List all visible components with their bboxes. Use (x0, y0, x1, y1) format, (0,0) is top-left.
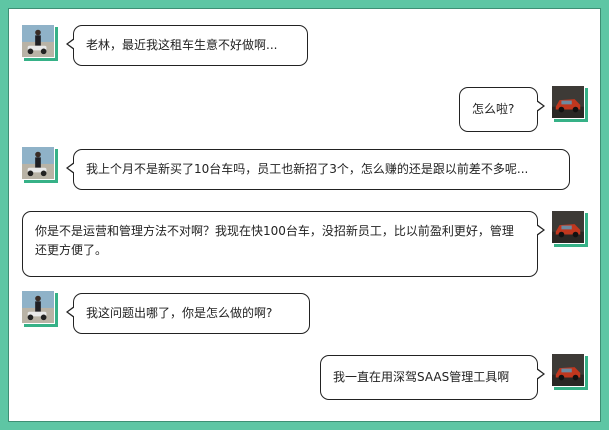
person-avatar-icon[interactable] (21, 24, 55, 58)
message-bubble: 怎么啦? (459, 87, 545, 132)
message-bubble: 我这问题出哪了，你是怎么做的啊? (66, 293, 310, 334)
red-car-icon (552, 354, 584, 386)
message-bubble: 你是不是运营和管理方法不对啊？我现在快100台车，没招新员工，比以前盈利更好，管… (22, 211, 545, 277)
message-bubble: 我一直在用深驾SAAS管理工具啊 (320, 355, 545, 400)
car-avatar-icon[interactable] (551, 210, 585, 244)
message-text: 怎么啦? (472, 102, 515, 116)
message-text: 我一直在用深驾SAAS管理工具啊 (333, 370, 510, 384)
message-bubble: 我上个月不是新买了10台车吗，员工也新招了3个，怎么赚的还是跟以前差不多呢... (66, 149, 570, 190)
message-text: 我上个月不是新买了10台车吗，员工也新招了3个，怎么赚的还是跟以前差不多呢... (86, 162, 529, 176)
person-with-motorbike-icon (22, 25, 54, 57)
message-bubble: 老林，最近我这租车生意不好做啊... (66, 25, 308, 66)
person-avatar-icon[interactable] (21, 146, 55, 180)
red-car-icon (552, 211, 584, 243)
person-with-motorbike-icon (22, 147, 54, 179)
person-avatar-icon[interactable] (21, 290, 55, 324)
car-avatar-icon[interactable] (551, 353, 585, 387)
chat-frame: 老林，最近我这租车生意不好做啊... 怎么啦? 我上个月不是新买了10台车吗，员… (8, 8, 601, 422)
message-text: 你是不是运营和管理方法不对啊？我现在快100台车，没招新员工，比以前盈利更好，管… (35, 224, 514, 257)
car-avatar-icon[interactable] (551, 85, 585, 119)
person-with-motorbike-icon (22, 291, 54, 323)
message-text: 我这问题出哪了，你是怎么做的啊? (86, 306, 273, 320)
message-text: 老林，最近我这租车生意不好做啊... (86, 38, 278, 52)
red-car-icon (552, 86, 584, 118)
